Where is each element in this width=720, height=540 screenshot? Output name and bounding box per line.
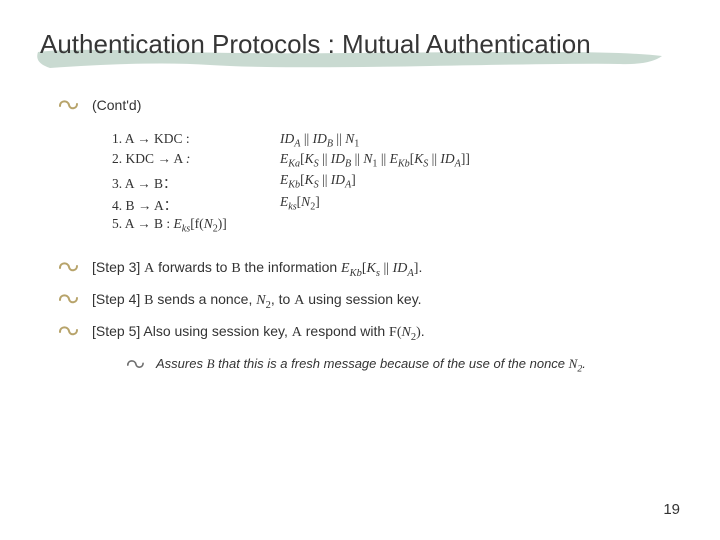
protocol-line-3-rhs: EKb[KS || IDA]: [280, 172, 670, 192]
step-3-item: [Step 3] A forwards to B the information…: [58, 257, 670, 281]
step-5-item: [Step 5] Also using session key, A respo…: [58, 321, 670, 377]
protocol-line-1-rhs: IDA || IDB || N1: [280, 131, 670, 150]
protocol-block: 1. A → KDC : IDA || IDB || N1 2. KDC → A…: [112, 131, 670, 235]
step-4-item: [Step 4] B sends a nonce, N2, to A using…: [58, 289, 670, 313]
sub-list: Assures B that this is a fresh message b…: [92, 355, 670, 377]
step-list: [Step 3] A forwards to B the information…: [50, 257, 670, 377]
loop-icon: [58, 259, 78, 277]
page-number: 19: [663, 501, 680, 518]
bullet-list: (Cont'd): [50, 95, 670, 115]
protocol-line-4-rhs: Eks[N2]: [280, 194, 670, 214]
protocol-line-4-lhs: 4. B → A：: [112, 194, 252, 214]
loop-icon: [126, 357, 144, 373]
loop-icon: [58, 291, 78, 309]
loop-icon: [58, 97, 78, 115]
protocol-line-2-rhs: EKa[KS || IDB || N1 || EKb[KS || IDA]]: [280, 151, 670, 170]
bullet-item-contd: (Cont'd): [58, 95, 670, 115]
sub-item: Assures B that this is a fresh message b…: [126, 355, 670, 377]
protocol-line-5: 5. A → B : Eks[f(N2)]: [112, 216, 670, 235]
loop-icon: [58, 323, 78, 341]
step-3-text: [Step 3] A forwards to B the information…: [92, 259, 422, 275]
protocol-line-2-lhs: 2. KDC → A :: [112, 151, 252, 170]
protocol-line-1-lhs: 1. A → KDC :: [112, 131, 252, 150]
bullet-label: (Cont'd): [92, 97, 141, 113]
content-area: (Cont'd) 1. A → KDC : IDA || IDB || N1 2…: [0, 69, 720, 377]
protocol-line-3-lhs: 3. A → B：: [112, 172, 252, 192]
sub-text: Assures B that this is a fresh message b…: [156, 356, 586, 371]
step-4-text: [Step 4] B sends a nonce, N2, to A using…: [92, 291, 422, 307]
title-block: Authentication Protocols : Mutual Authen…: [0, 0, 720, 69]
page-title: Authentication Protocols : Mutual Authen…: [40, 28, 680, 61]
step-5-text: [Step 5] Also using session key, A respo…: [92, 323, 425, 339]
